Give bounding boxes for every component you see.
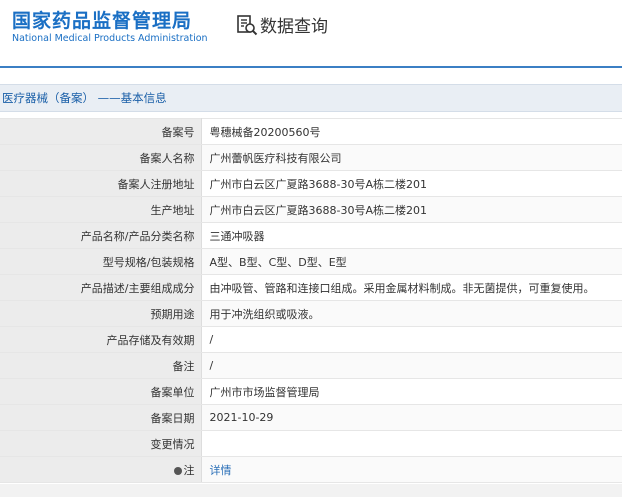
table-row: 备案人注册地址 广州市白云区广夏路3688-30号A栋二楼201 [0, 170, 622, 197]
field-label: 备案人名称 [0, 144, 202, 171]
field-value: 粤穗械备20200560号 [201, 118, 622, 145]
field-label: 注 [0, 456, 202, 483]
field-label: 生产地址 [0, 196, 202, 223]
field-value: / [201, 352, 622, 379]
field-value [201, 430, 622, 457]
field-label: 产品存储及有效期 [0, 326, 202, 353]
field-value: 2021-10-29 [201, 404, 622, 431]
header: 国家药品监督管理局 National Medical Products Admi… [0, 0, 622, 60]
field-label: 备案日期 [0, 404, 202, 431]
info-table: 备案号 粤穗械备20200560号 备案人名称 广州蕾帆医疗科技有限公司 备案人… [0, 118, 622, 483]
field-label: 变更情况 [0, 430, 202, 457]
field-label: 型号规格/包装规格 [0, 248, 202, 275]
table-row: 变更情况 [0, 430, 622, 457]
table-row: 备案单位 广州市市场监督管理局 [0, 378, 622, 405]
field-value: A型、B型、C型、D型、E型 [201, 248, 622, 275]
table-row: 备案号 粤穗械备20200560号 [0, 118, 622, 145]
field-value: 用于冲洗组织或吸液。 [201, 300, 622, 327]
field-value: 由冲吸管、管路和连接口组成。采用金属材料制成。非无菌提供，可重复使用。 [201, 274, 622, 301]
field-label: 备案单位 [0, 378, 202, 405]
footer-bar [0, 484, 622, 497]
logo-subtitle: National Medical Products Administration [12, 33, 208, 44]
details-link[interactable]: 详情 [210, 464, 232, 477]
field-value: 详情 [201, 456, 622, 483]
field-value: 广州市白云区广夏路3688-30号A栋二楼201 [201, 196, 622, 223]
table-row: 备注 / [0, 352, 622, 379]
field-value: / [201, 326, 622, 353]
field-value: 三通冲吸器 [201, 222, 622, 249]
header-divider [0, 66, 622, 68]
table-row: 备案人名称 广州蕾帆医疗科技有限公司 [0, 144, 622, 171]
pin-icon [173, 466, 182, 475]
section-header: 医疗器械（备案） ——基本信息 [0, 84, 622, 112]
table-row: 型号规格/包装规格 A型、B型、C型、D型、E型 [0, 248, 622, 275]
logo-title: 国家药品监督管理局 [12, 10, 193, 32]
table-row: 产品存储及有效期 / [0, 326, 622, 353]
field-value: 广州市白云区广夏路3688-30号A栋二楼201 [201, 170, 622, 197]
section-title: 医疗器械（备案） ——基本信息 [2, 91, 167, 105]
table-row: 产品描述/主要组成成分 由冲吸管、管路和连接口组成。采用金属材料制成。非无菌提供… [0, 274, 622, 301]
table-row: 备案日期 2021-10-29 [0, 404, 622, 431]
table-row: 预期用途 用于冲洗组织或吸液。 [0, 300, 622, 327]
field-value: 广州市市场监督管理局 [201, 378, 622, 405]
data-query-link[interactable]: 数据查询 [236, 12, 328, 37]
field-label: 备案人注册地址 [0, 170, 202, 197]
field-value: 广州蕾帆医疗科技有限公司 [201, 144, 622, 171]
table-row: 产品名称/产品分类名称 三通冲吸器 [0, 222, 622, 249]
field-label: 产品描述/主要组成成分 [0, 274, 202, 301]
data-query-label: 数据查询 [260, 17, 328, 37]
field-label: 备注 [0, 352, 202, 379]
table-row: 注 详情 [0, 456, 622, 483]
note-label: 注 [183, 463, 195, 477]
field-label: 预期用途 [0, 300, 202, 327]
field-label: 备案号 [0, 118, 202, 145]
document-search-icon [237, 14, 258, 35]
field-label: 产品名称/产品分类名称 [0, 222, 202, 249]
table-row: 生产地址 广州市白云区广夏路3688-30号A栋二楼201 [0, 196, 622, 223]
